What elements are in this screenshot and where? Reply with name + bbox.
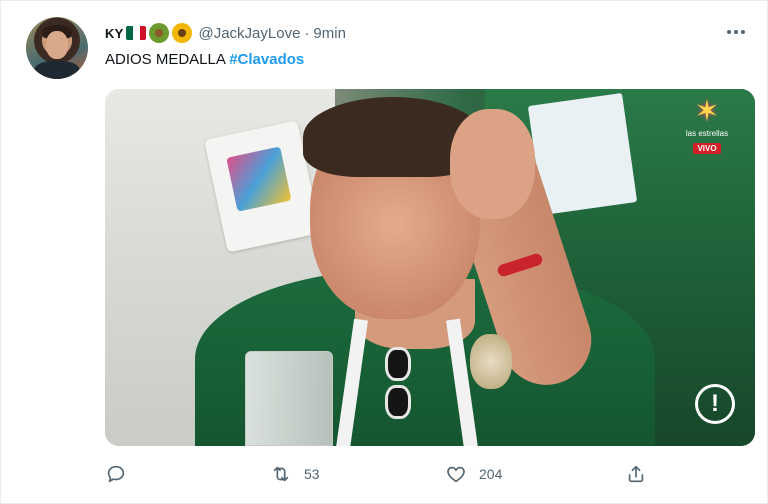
live-badge: VIVO <box>693 143 721 154</box>
share-button[interactable] <box>625 459 647 489</box>
separator-dot: · <box>304 24 310 42</box>
tweet-text: ADIOS MEDALLA #Clavados <box>105 51 304 68</box>
logo-brand-text: las estrellas <box>685 129 729 138</box>
user-handle[interactable]: @JackJayLove <box>198 25 300 42</box>
sunflower-icon <box>172 23 193 43</box>
mexico-flag-icon <box>126 23 147 43</box>
media-shirt-crest <box>470 334 512 389</box>
tweet-body: ADIOS MEDALLA <box>105 51 226 68</box>
more-icon[interactable] <box>725 25 747 39</box>
retweet-icon <box>273 466 289 482</box>
media-plastic-cups <box>245 351 333 446</box>
like-button[interactable]: 204 <box>445 459 502 489</box>
avocado-icon <box>149 23 170 43</box>
avatar-face <box>46 31 68 59</box>
retweet-button[interactable]: 53 <box>270 459 320 489</box>
like-count: 204 <box>479 466 503 482</box>
avatar-shirt <box>34 61 80 79</box>
timestamp[interactable]: 9min <box>313 25 346 42</box>
reply-button[interactable] <box>105 459 139 489</box>
display-name[interactable]: KY <box>105 26 123 41</box>
media-person-hand <box>450 109 535 219</box>
hashtag-link[interactable]: #Clavados <box>229 51 304 68</box>
tweet-card[interactable]: KY @JackJayLove · 9min ADIOS MEDALLA #Cl… <box>0 0 768 504</box>
share-icon <box>628 465 644 483</box>
tweet-actions: 53 204 <box>105 459 665 489</box>
like-icon <box>447 466 465 483</box>
reply-icon <box>107 465 125 483</box>
avatar[interactable] <box>26 17 88 79</box>
tweet-header: KY @JackJayLove · 9min <box>105 22 346 44</box>
tweet-media-image[interactable]: ✶ las estrellas VIVO ! <box>105 89 755 446</box>
logo-star-icon: ✶ <box>694 95 720 128</box>
info-icon[interactable]: ! <box>695 384 735 424</box>
retweet-count: 53 <box>304 466 320 482</box>
las-estrellas-logo-icon: ✶ las estrellas VIVO <box>677 97 737 159</box>
media-sunglasses <box>385 347 445 442</box>
